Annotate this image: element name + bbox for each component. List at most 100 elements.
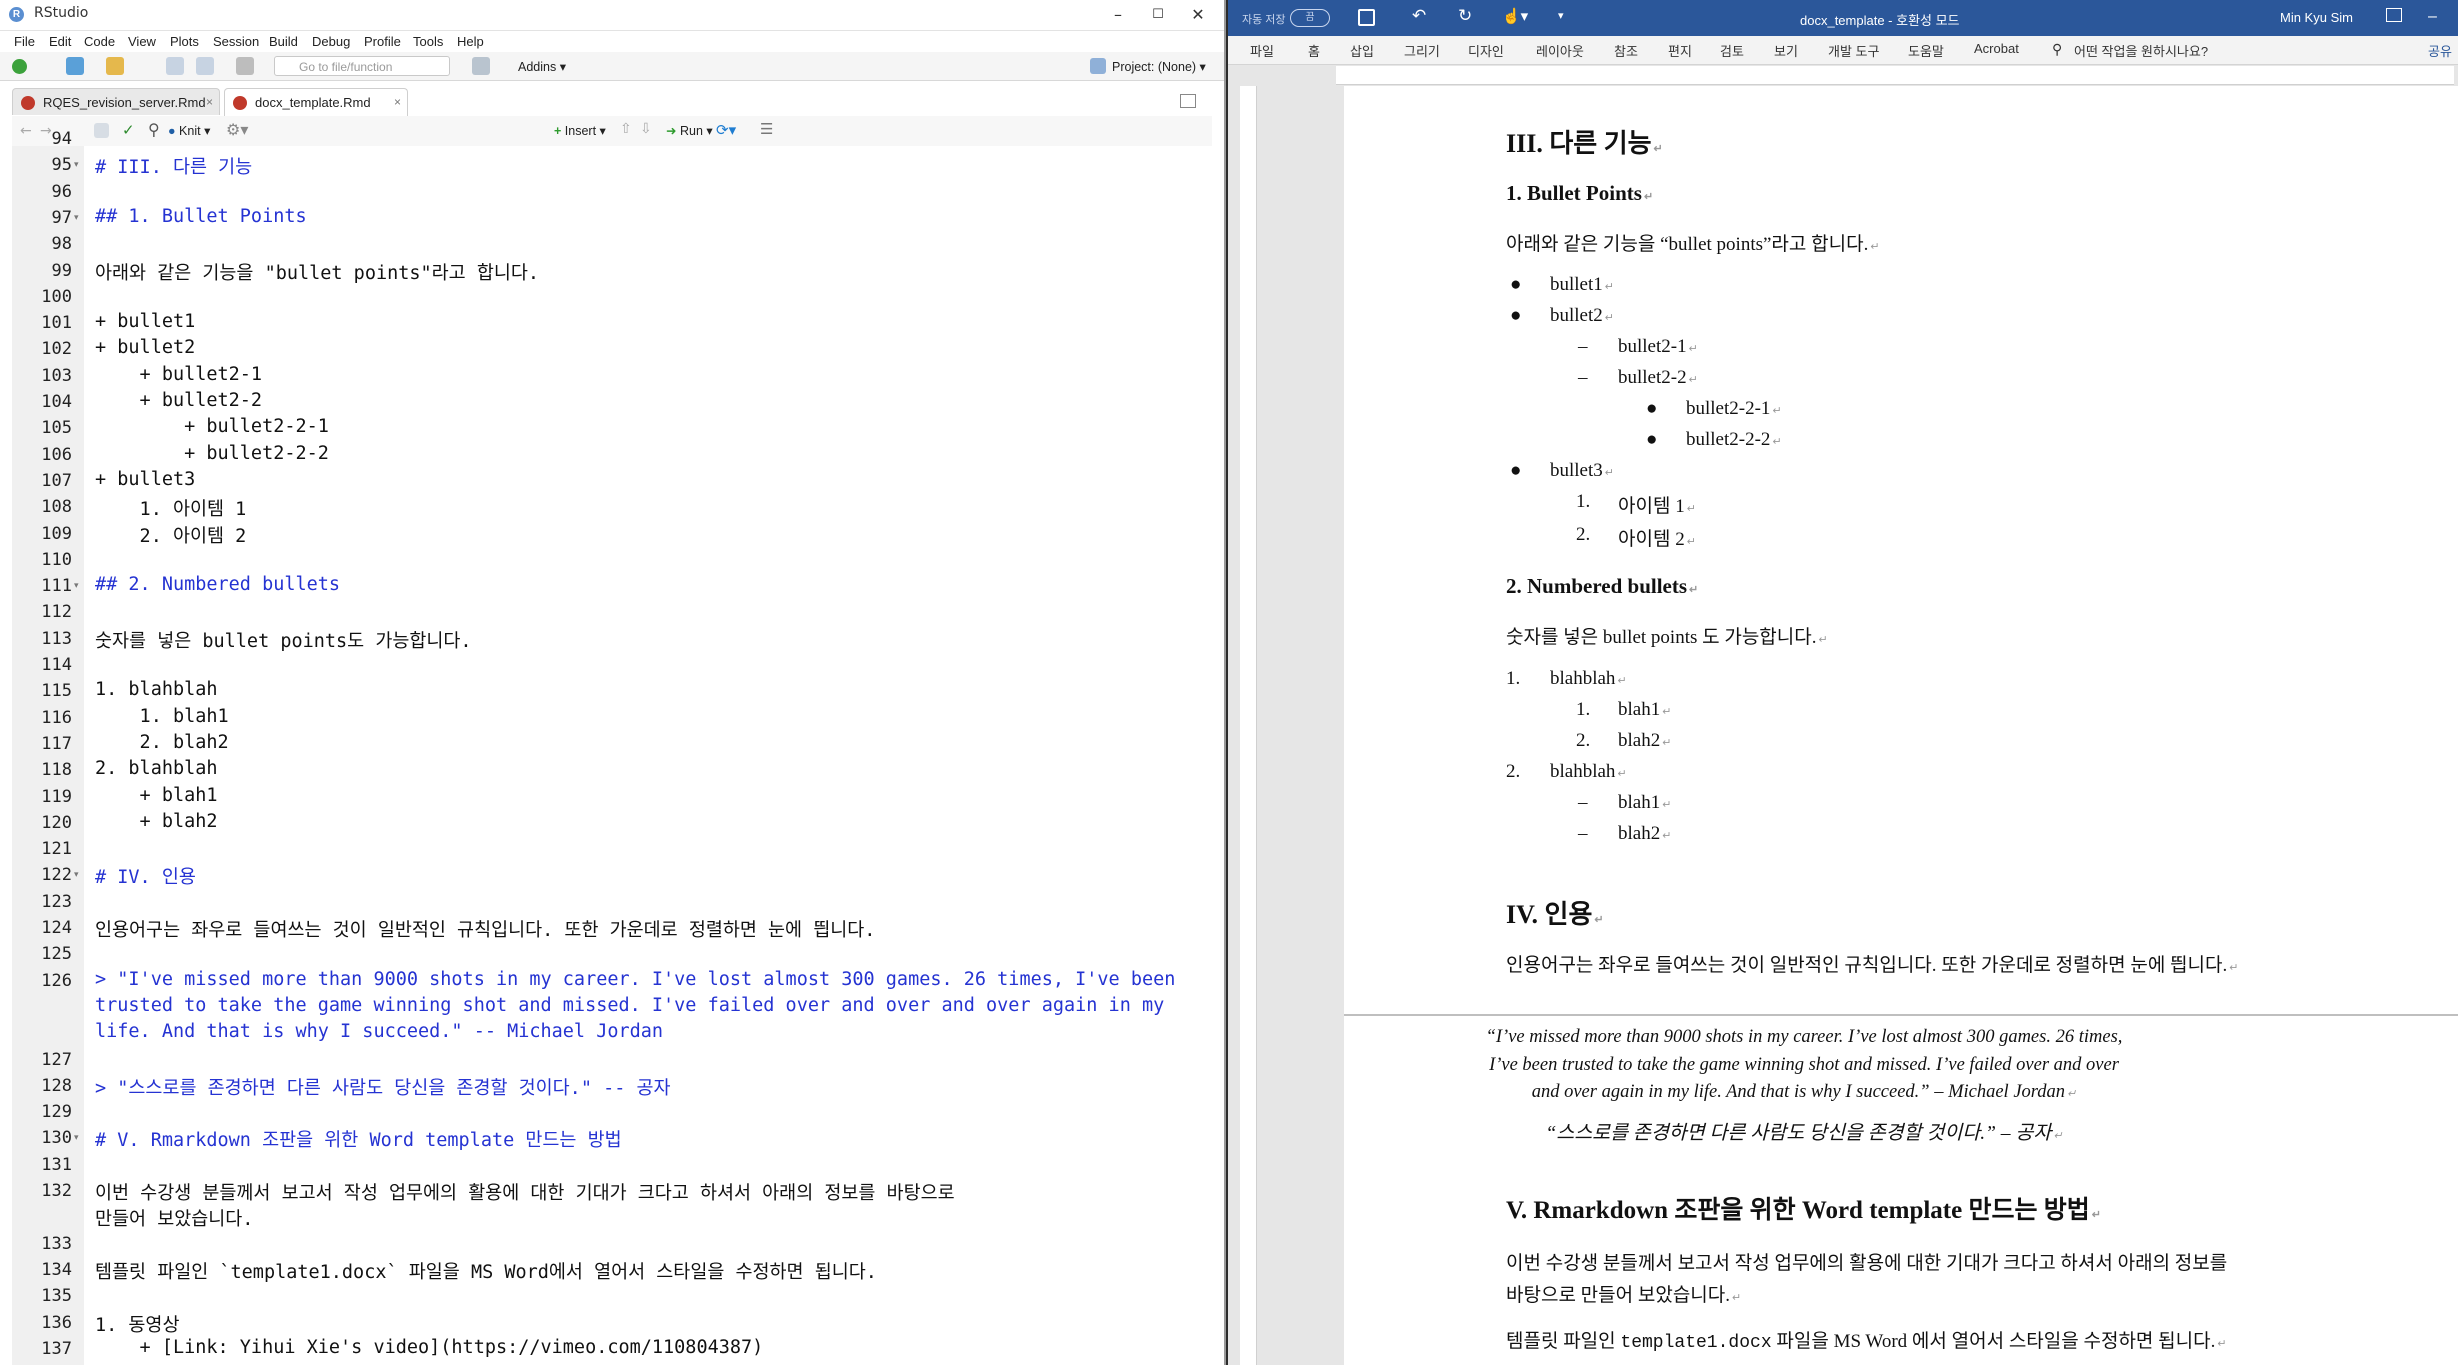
addins-menu[interactable]: Addins ▾: [518, 59, 566, 74]
ribbon-tab-draw[interactable]: 그리기: [1404, 41, 1440, 60]
save-icon[interactable]: [166, 57, 184, 75]
outline-icon[interactable]: ☰: [760, 120, 773, 138]
fold-toggle-icon[interactable]: ▾: [74, 160, 79, 170]
horizontal-ruler[interactable]: [1336, 66, 2454, 85]
code-line[interactable]: 1. blah1: [95, 706, 229, 727]
print-icon[interactable]: [236, 57, 254, 75]
fold-toggle-icon[interactable]: ▾: [74, 1133, 79, 1143]
close-icon[interactable]: ✕: [1178, 2, 1218, 28]
run-button[interactable]: ➜ Run ▾: [666, 123, 713, 138]
ribbon-tab-file[interactable]: 파일: [1250, 41, 1274, 60]
save-icon[interactable]: [1358, 9, 1375, 26]
document-page-1[interactable]: III. 다른 기능 ↵ 1. Bullet Points ↵ 아래와 같은 기능을…: [1344, 86, 2458, 1014]
menu-edit[interactable]: Edit: [49, 34, 71, 49]
code-line[interactable]: > "I've missed more than 9000 shots in m…: [95, 969, 1175, 990]
code-line[interactable]: life. And that is why I succeed." -- Mic…: [95, 1021, 663, 1042]
spellcheck-icon[interactable]: ✓: [122, 121, 135, 139]
redo-icon[interactable]: ↻: [1458, 6, 1472, 26]
rerun-icon[interactable]: ⟳▾: [716, 121, 736, 139]
code-line[interactable]: + blah1: [95, 785, 218, 806]
code-line[interactable]: 만들어 보았습니다.: [95, 1205, 253, 1231]
tab-rqes-revision-server[interactable]: RQES_revision_server.Rmd ×: [12, 88, 220, 115]
menu-code[interactable]: Code: [84, 34, 115, 49]
touch-mode-icon[interactable]: ☝▾: [1502, 7, 1528, 25]
code-line[interactable]: 1. 동영상: [95, 1311, 179, 1337]
menu-profile[interactable]: Profile: [364, 34, 401, 49]
code-line[interactable]: 이번 수강생 분들께서 보고서 작성 업무에의 활용에 대한 기대가 크다고 하…: [95, 1179, 955, 1205]
code-line[interactable]: # V. Rmarkdown 조판을 위한 Word template 만드는 …: [95, 1126, 622, 1152]
ribbon-tab-mailings[interactable]: 편지: [1668, 41, 1692, 60]
code-line[interactable]: + [Link: Yihui Xie's video](https://vime…: [95, 1337, 764, 1358]
code-line[interactable]: 2. blah2: [95, 732, 229, 753]
save-icon[interactable]: [94, 123, 109, 138]
undo-icon[interactable]: ↶: [1412, 6, 1426, 26]
tell-me-box[interactable]: 어떤 작업을 원하시나요?: [2074, 41, 2208, 60]
maximize-icon[interactable]: ☐: [1138, 2, 1178, 28]
fold-toggle-icon[interactable]: ▾: [74, 870, 79, 880]
code-line[interactable]: 2. blahblah: [95, 758, 218, 779]
code-line[interactable]: ## 2. Numbered bullets: [95, 574, 340, 595]
ribbon-tab-acrobat[interactable]: Acrobat: [1974, 41, 2019, 56]
code-line[interactable]: 2. 아이템 2: [95, 522, 247, 548]
menu-debug[interactable]: Debug: [312, 34, 350, 49]
save-all-icon[interactable]: [196, 57, 214, 75]
new-file-icon[interactable]: [12, 59, 27, 74]
search-icon[interactable]: ⚲: [148, 120, 160, 139]
ribbon-tab-layout[interactable]: 레이아웃: [1536, 41, 1584, 60]
goto-file-input[interactable]: Go to file/function: [274, 56, 450, 76]
insert-chunk-button[interactable]: + Insert ▾: [554, 123, 606, 138]
code-line[interactable]: + bullet1: [95, 311, 195, 332]
ribbon-display-icon[interactable]: [2386, 8, 2402, 22]
minimize-icon[interactable]: –: [1098, 2, 1138, 28]
vertical-ruler[interactable]: [1240, 86, 1257, 1365]
tab-close-icon[interactable]: ×: [206, 89, 213, 116]
menu-session[interactable]: Session: [213, 34, 259, 49]
code-editor[interactable]: 94 95 ▾ 96 97 ▾ 98 99 100 101 102 103 104 105 106 107 10…: [12, 129, 1224, 1365]
tab-docx-template[interactable]: docx_template.Rmd ×: [224, 88, 408, 117]
fold-toggle-icon[interactable]: ▾: [74, 213, 79, 223]
code-line[interactable]: + bullet2-2-2: [95, 443, 329, 464]
next-chunk-icon[interactable]: ⇩: [640, 121, 652, 137]
document-page-2[interactable]: “I’ve missed more than 9000 shots in my …: [1344, 1016, 2458, 1365]
menu-plots[interactable]: Plots: [170, 34, 199, 49]
menu-view[interactable]: View: [128, 34, 156, 49]
autosave-toggle[interactable]: 끔: [1290, 9, 1330, 27]
ribbon-tab-references[interactable]: 참조: [1614, 41, 1638, 60]
ribbon-tab-design[interactable]: 디자인: [1468, 41, 1504, 60]
code-line[interactable]: 1. blahblah: [95, 679, 218, 700]
code-line[interactable]: 아래와 같은 기능을 "bullet points"라고 합니다.: [95, 259, 539, 285]
code-line[interactable]: + bullet2: [95, 337, 195, 358]
menu-file[interactable]: File: [14, 34, 35, 49]
code-line[interactable]: trusted to take the game winning shot an…: [95, 995, 1164, 1016]
knit-button[interactable]: ● Knit ▾: [168, 123, 210, 138]
grid-layout-icon[interactable]: [472, 57, 490, 75]
code-line[interactable]: + bullet2-1: [95, 364, 263, 385]
customize-qat-icon[interactable]: ▾: [1558, 9, 1564, 22]
open-file-icon[interactable]: [106, 57, 124, 75]
code-line[interactable]: 1. 아이템 1: [95, 495, 247, 521]
ribbon-tab-insert[interactable]: 삽입: [1350, 41, 1374, 60]
new-project-icon[interactable]: [66, 57, 84, 75]
code-line[interactable]: + bullet3: [95, 469, 195, 490]
gear-icon[interactable]: ⚙▾: [226, 120, 248, 139]
code-line[interactable]: + bullet2-2-1: [95, 416, 329, 437]
share-button[interactable]: 공유: [2428, 41, 2452, 60]
code-line[interactable]: 숫자를 넣은 bullet points도 가능합니다.: [95, 627, 472, 653]
code-line[interactable]: # III. 다른 기능: [95, 153, 252, 179]
code-line[interactable]: + blah2: [95, 811, 218, 832]
maximize-pane-icon[interactable]: [1180, 94, 1196, 108]
ribbon-tab-developer[interactable]: 개발 도구: [1828, 41, 1879, 60]
code-line[interactable]: > "스스로를 존경하면 다른 사람도 당신을 존경할 것이다." -- 공자: [95, 1074, 671, 1100]
ribbon-tab-view[interactable]: 보기: [1774, 41, 1798, 60]
code-line[interactable]: 템플릿 파일인 `template1.docx` 파일을 MS Word에서 열…: [95, 1258, 877, 1284]
ribbon-tab-home[interactable]: 홈: [1308, 41, 1320, 60]
menu-build[interactable]: Build: [269, 34, 298, 49]
menu-help[interactable]: Help: [457, 34, 484, 49]
menu-tools[interactable]: Tools: [413, 34, 443, 49]
fold-toggle-icon[interactable]: ▾: [74, 581, 79, 591]
tab-close-icon[interactable]: ×: [394, 89, 401, 116]
minimize-icon[interactable]: –: [2428, 8, 2437, 26]
project-menu[interactable]: Project: (None) ▾: [1112, 59, 1206, 74]
ribbon-tab-review[interactable]: 검토: [1720, 41, 1744, 60]
code-line[interactable]: 인용어구는 좌우로 들여쓰는 것이 일반적인 규칙입니다. 또한 가운데로 정렬…: [95, 916, 875, 942]
